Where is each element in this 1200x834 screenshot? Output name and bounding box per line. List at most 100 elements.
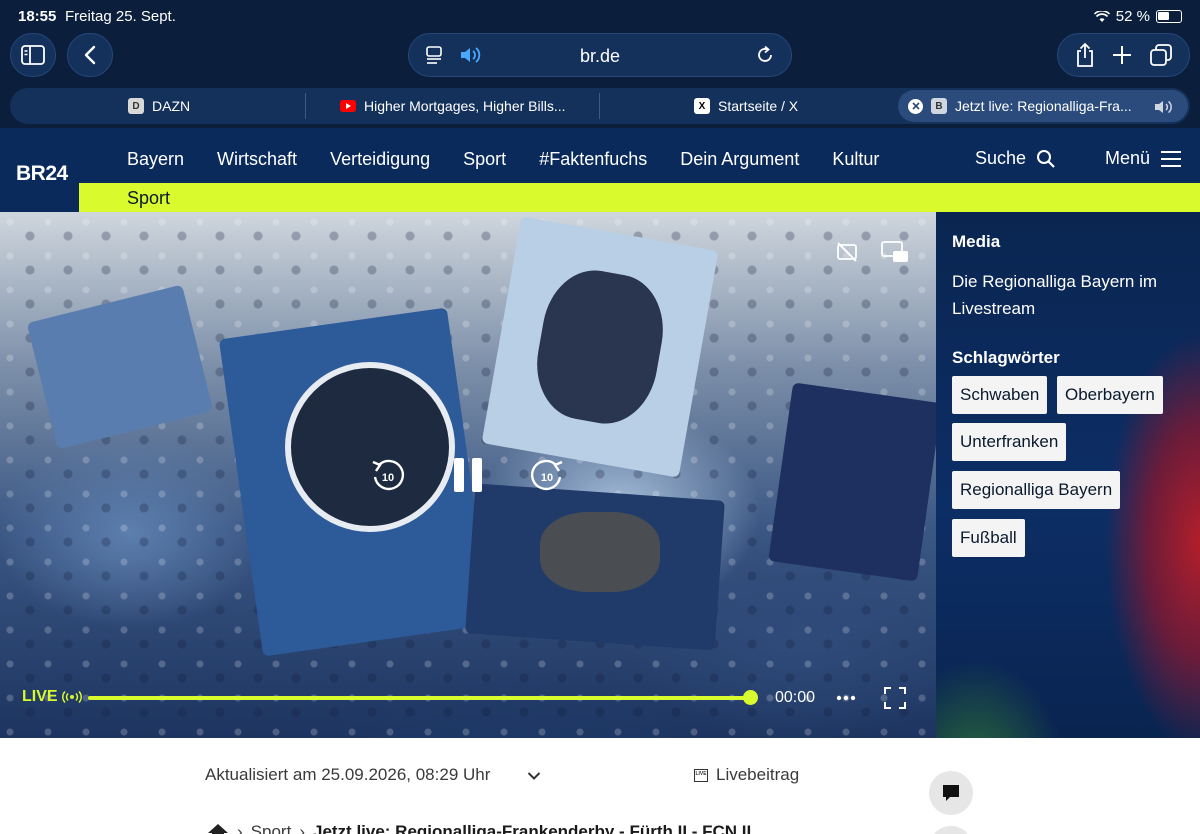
nav-sport[interactable]: Sport [463, 149, 506, 170]
breadcrumb-sport[interactable]: Sport [251, 822, 292, 834]
status-right: 52 % [1093, 8, 1182, 25]
banner-emblem-image [540, 512, 660, 592]
menu-label: Menü [1104, 148, 1150, 168]
tag-unterfranken[interactable]: Unterfranken [952, 423, 1067, 461]
captions-off-button[interactable] [834, 240, 860, 264]
tab-dazn[interactable]: D DAZN [128, 88, 190, 124]
nav-verteidigung[interactable]: Verteidigung [330, 149, 430, 170]
nav-kultur[interactable]: Kultur [832, 149, 879, 170]
tab-youtube[interactable]: Higher Mortgages, Higher Bills... [340, 88, 566, 124]
flag-image [768, 382, 936, 582]
nav-dein-argument[interactable]: Dein Argument [680, 149, 799, 170]
rewind-10-button[interactable]: 10 [368, 456, 408, 496]
search-button[interactable]: Suche [975, 148, 1056, 169]
tab-label: Higher Mortgages, Higher Bills... [364, 98, 566, 114]
tabs-overview-icon[interactable] [1149, 43, 1173, 67]
nav-faktenfuchs[interactable]: #Faktenfuchs [539, 149, 647, 170]
live-indicator[interactable]: LIVE [22, 688, 82, 706]
address-bar[interactable]: br.de [408, 33, 792, 77]
tab-label: Jetzt live: Regionalliga-Fra... [955, 98, 1132, 114]
more-icon [836, 695, 856, 701]
tag-fussball[interactable]: Fußball [952, 519, 1025, 557]
battery-percent: 52 % [1115, 8, 1150, 25]
video-time: 00:00 [775, 689, 816, 706]
status-date: Freitag 25. Sept. [65, 8, 176, 25]
forward-10-button[interactable]: 10 [527, 456, 567, 496]
plus-icon[interactable] [1111, 44, 1133, 66]
tab-label: DAZN [152, 98, 191, 114]
speaker-icon[interactable] [1154, 99, 1174, 115]
search-icon [1037, 149, 1055, 168]
nav-bayern[interactable]: Bayern [127, 149, 184, 170]
status-bar: 18:55 Freitag 25. Sept. 52 % [18, 8, 1182, 26]
sidebar-icon [21, 45, 45, 65]
picture-in-picture-icon [881, 241, 908, 262]
br-favicon: B [931, 98, 947, 114]
toolbar-actions [1057, 33, 1190, 77]
content-type: Livebeitrag [716, 765, 800, 784]
flag-emblem-image [285, 362, 455, 532]
captions-off-icon [837, 242, 857, 262]
section-label[interactable]: Sport [127, 188, 170, 209]
media-description: Die Regionalliga Bayern im Livestream [952, 272, 1158, 318]
chat-button[interactable] [929, 771, 973, 815]
secondary-action-button[interactable] [929, 826, 973, 834]
tags-heading: Schlagwörter [952, 348, 1060, 367]
more-options-button[interactable] [834, 688, 858, 708]
share-icon[interactable] [1074, 42, 1096, 68]
picture-in-picture-button[interactable] [880, 240, 910, 264]
sidebar-button[interactable] [10, 33, 56, 77]
youtube-icon [340, 98, 356, 114]
main-nav: Bayern Wirtschaft Verteidigung Sport #Fa… [127, 149, 912, 170]
progress-track[interactable] [88, 696, 752, 700]
breadcrumb: › Sport › Jetzt live: Regionalliga-Frank… [207, 822, 751, 834]
breadcrumb-current: Jetzt live: Regionalliga-Frankenderby - … [312, 822, 752, 834]
status-time: 18:55 [18, 8, 57, 25]
live-badge-icon: LIVE [694, 768, 708, 782]
close-tab-icon[interactable] [908, 98, 923, 114]
battery-icon [1156, 10, 1182, 23]
back-button[interactable] [67, 33, 113, 77]
live-label: LIVE [22, 688, 58, 705]
tab-br-active[interactable]: B Jetzt live: Regionalliga-Fra... [898, 90, 1188, 122]
expand-dates-button[interactable] [527, 768, 541, 786]
media-panel: Media Die Regionalliga Bayern im Livestr… [936, 212, 1200, 738]
dazn-favicon: D [128, 98, 144, 114]
tab-x[interactable]: X Startseite / X [694, 88, 798, 124]
pause-icon [454, 458, 482, 492]
tab-divider [305, 93, 306, 119]
chevron-down-icon [527, 772, 541, 780]
section-bar: Sport [79, 183, 1200, 212]
tag-oberbayern[interactable]: Oberbayern [1057, 376, 1163, 414]
rewind-seconds: 10 [382, 472, 394, 484]
hamburger-icon [1161, 150, 1181, 167]
tab-divider [599, 93, 600, 119]
reload-icon[interactable] [755, 45, 775, 65]
chat-icon [943, 785, 959, 801]
br24-logo[interactable]: BR24 [16, 162, 68, 186]
tab-label: Startseite / X [718, 98, 799, 114]
forward-icon: 10 [530, 459, 563, 491]
chevron-left-icon [84, 45, 96, 65]
progress-knob[interactable] [743, 690, 758, 705]
broadcast-icon [61, 691, 82, 703]
livebeitrag-label: LIVE Livebeitrag [694, 765, 799, 785]
wifi-icon [1093, 10, 1110, 22]
menu-button[interactable]: Menü [1105, 148, 1182, 169]
home-icon[interactable] [207, 823, 229, 834]
media-heading: Media [952, 232, 1001, 251]
tag-regionalliga-bayern[interactable]: Regionalliga Bayern [952, 471, 1121, 509]
updated-timestamp: Aktualisiert am 25.09.2026, 08:29 Uhr [205, 765, 491, 784]
pause-button[interactable] [449, 456, 487, 494]
address-url: br.de [579, 46, 621, 66]
breadcrumb-separator: › [237, 822, 243, 834]
breadcrumb-separator: › [299, 822, 305, 834]
tag-schwaben[interactable]: Schwaben [952, 376, 1048, 414]
nav-wirtschaft[interactable]: Wirtschaft [217, 149, 297, 170]
rewind-icon: 10 [372, 459, 405, 491]
search-label: Suche [974, 148, 1026, 168]
tab-bar: D DAZN Higher Mortgages, Higher Bills...… [10, 88, 1190, 124]
x-favicon: X [694, 98, 710, 114]
fullscreen-button[interactable] [882, 686, 908, 710]
forward-seconds: 10 [541, 472, 553, 484]
